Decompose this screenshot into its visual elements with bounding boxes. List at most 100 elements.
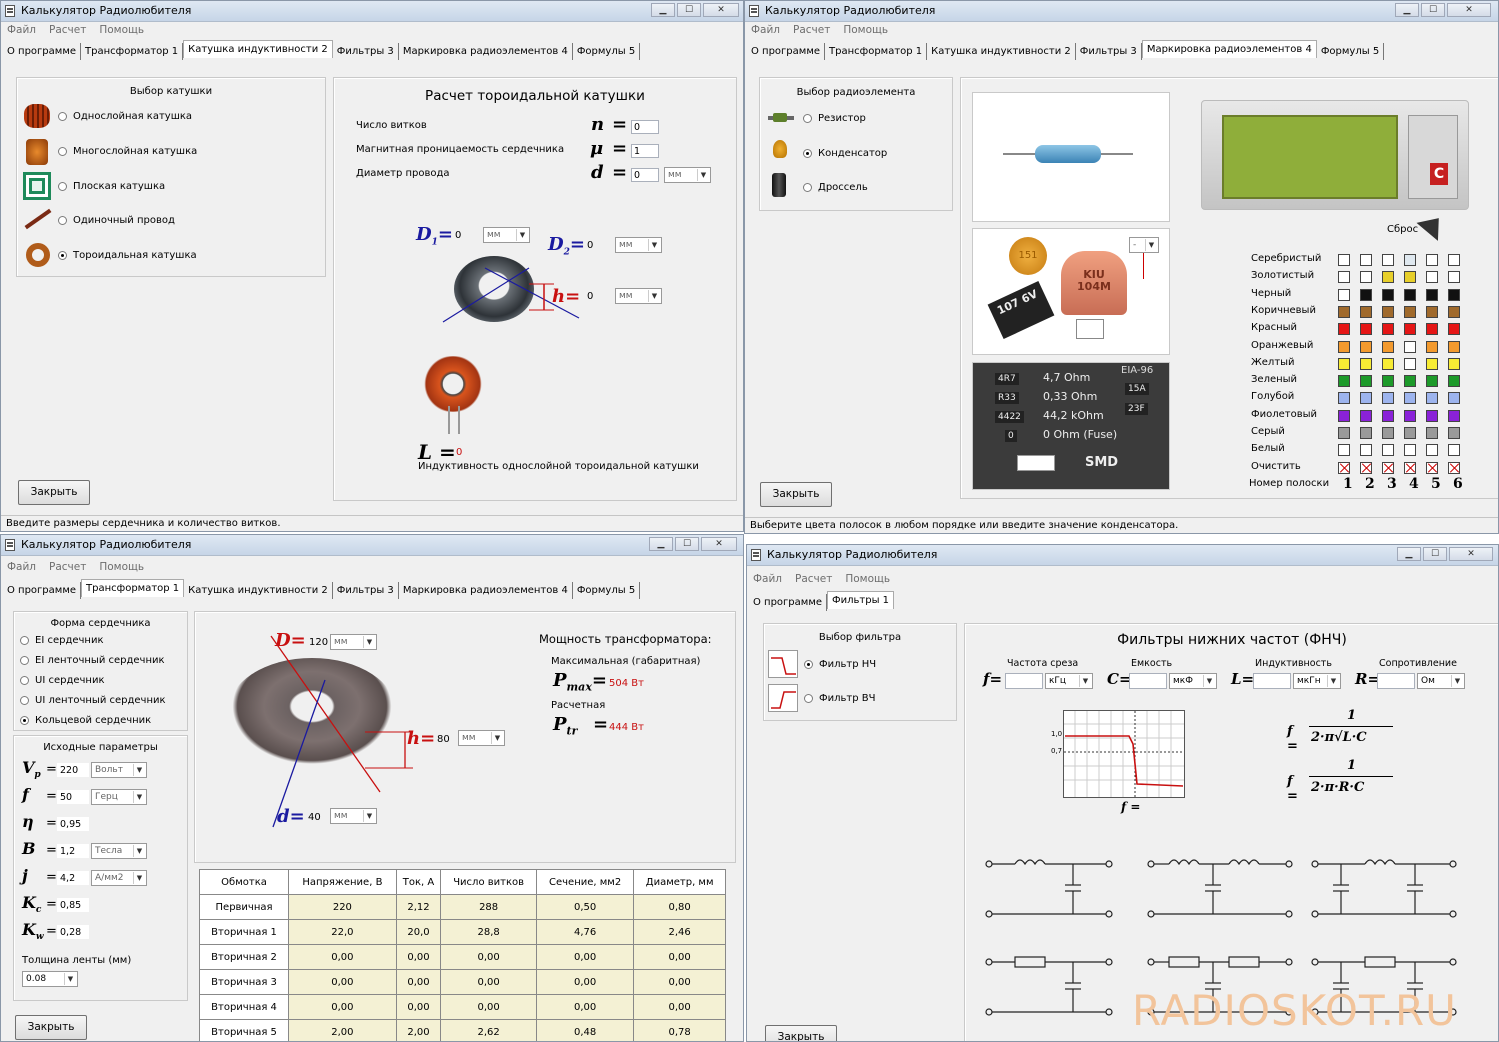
band-color-swatch[interactable] xyxy=(1360,288,1372,301)
permeability-input[interactable]: 1 xyxy=(631,144,659,158)
band-color-swatch[interactable] xyxy=(1382,254,1394,266)
band-color-swatch[interactable] xyxy=(1382,427,1394,439)
band-color-swatch[interactable] xyxy=(1404,288,1416,301)
menu-help[interactable]: Помощь xyxy=(99,24,144,36)
minimize-icon[interactable]: ▁ xyxy=(651,3,675,17)
tape-thickness-select[interactable]: 0.08 xyxy=(22,971,78,987)
radio-ei-core[interactable] xyxy=(20,636,29,645)
tab-filters[interactable]: Фильтры 3 xyxy=(333,582,399,599)
band-color-swatch[interactable] xyxy=(1448,444,1460,457)
radio-toroid[interactable] xyxy=(58,251,67,260)
band-color-swatch[interactable] xyxy=(1360,254,1372,266)
band-color-swatch[interactable] xyxy=(1360,375,1372,388)
reset-arrow-icon[interactable] xyxy=(1416,209,1450,241)
menu-help[interactable]: Помощь xyxy=(845,573,890,585)
band-color-swatch[interactable] xyxy=(1360,305,1372,318)
band-color-swatch[interactable] xyxy=(1404,254,1416,266)
maximize-icon[interactable]: ☐ xyxy=(1421,3,1445,17)
height-unit[interactable]: мм xyxy=(458,730,505,746)
close-button[interactable]: Закрыть xyxy=(760,482,832,507)
table-cell[interactable]: 0,00 xyxy=(535,969,635,995)
tab-transformer[interactable]: Трансформатор 1 xyxy=(81,579,185,597)
band-color-swatch[interactable] xyxy=(1426,427,1438,439)
radio-lowpass[interactable] xyxy=(804,660,813,669)
field-unit-2[interactable]: мкГн xyxy=(1293,673,1341,689)
table-cell[interactable]: 0,00 xyxy=(633,944,726,970)
clear-band-swatch[interactable] xyxy=(1448,461,1460,474)
tab-marking[interactable]: Маркировка радиоэлементов 4 xyxy=(399,582,573,599)
band-color-swatch[interactable] xyxy=(1426,288,1438,301)
band-color-swatch[interactable] xyxy=(1426,409,1438,422)
field-input-3[interactable] xyxy=(1377,673,1415,689)
field-unit-1[interactable]: мкФ xyxy=(1169,673,1217,689)
tab-filters[interactable]: Фильтры 3 xyxy=(333,43,399,60)
clear-band-swatch[interactable] xyxy=(1404,461,1416,474)
title-bar[interactable]: Калькулятор Радиолюбителя ▁ ☐ ✕ xyxy=(1,535,743,556)
band-color-swatch[interactable] xyxy=(1338,375,1350,388)
band-color-swatch[interactable] xyxy=(1426,375,1438,388)
radio-choke[interactable] xyxy=(803,183,812,192)
close-icon[interactable]: ✕ xyxy=(701,537,737,551)
band-color-swatch[interactable] xyxy=(1404,271,1416,284)
close-button[interactable]: Закрыть xyxy=(15,1015,87,1040)
param-value-0[interactable]: 220 xyxy=(57,763,89,777)
band-color-swatch[interactable] xyxy=(1404,409,1416,422)
band-color-swatch[interactable] xyxy=(1338,254,1350,266)
table-cell[interactable]: 0,00 xyxy=(288,969,397,995)
menu-help[interactable]: Помощь xyxy=(99,561,144,573)
minimize-icon[interactable]: ▁ xyxy=(1397,547,1421,561)
band-color-swatch[interactable] xyxy=(1426,271,1438,284)
tab-transformer[interactable]: Трансформатор 1 xyxy=(825,43,928,60)
table-cell[interactable]: 0,00 xyxy=(440,994,537,1020)
table-cell[interactable]: 0,00 xyxy=(535,994,635,1020)
menu-file[interactable]: Файл xyxy=(753,573,782,585)
band-color-swatch[interactable] xyxy=(1426,357,1438,370)
band-color-swatch[interactable] xyxy=(1382,288,1394,301)
table-cell[interactable]: 2,12 xyxy=(395,894,442,920)
band-color-swatch[interactable] xyxy=(1382,323,1394,336)
table-cell[interactable]: 0,00 xyxy=(395,969,442,995)
h-unit[interactable]: мм xyxy=(615,288,662,304)
table-cell[interactable]: 0,00 xyxy=(440,944,537,970)
table-cell[interactable]: 2,00 xyxy=(288,1019,397,1041)
param-value-2[interactable]: 0,95 xyxy=(57,817,89,831)
band-color-swatch[interactable] xyxy=(1360,357,1372,370)
menu-calc[interactable]: Расчет xyxy=(793,24,830,36)
inner-d-unit[interactable]: мм xyxy=(330,808,377,824)
table-cell[interactable]: 22,0 xyxy=(288,919,397,945)
band-color-swatch[interactable] xyxy=(1404,305,1416,318)
band-color-swatch[interactable] xyxy=(1360,340,1372,353)
param-unit-0[interactable]: Вольт xyxy=(91,762,147,778)
band-color-swatch[interactable] xyxy=(1404,427,1416,439)
tab-filters[interactable]: Фильтры 1 xyxy=(827,591,895,609)
band-color-swatch[interactable] xyxy=(1382,340,1394,353)
table-cell[interactable]: 0,50 xyxy=(535,894,635,920)
radio-ring-core[interactable] xyxy=(20,716,29,725)
radio-ei-tape-core[interactable] xyxy=(20,656,29,665)
band-color-swatch[interactable] xyxy=(1426,392,1438,405)
band-color-swatch[interactable] xyxy=(1382,444,1394,457)
close-icon[interactable]: ✕ xyxy=(703,3,739,17)
tab-filters[interactable]: Фильтры 3 xyxy=(1076,43,1142,60)
tab-about[interactable]: О программе xyxy=(747,43,826,60)
table-cell[interactable]: 0,80 xyxy=(633,894,726,920)
band-color-swatch[interactable] xyxy=(1360,444,1372,457)
band-color-swatch[interactable] xyxy=(1382,409,1394,422)
menu-file[interactable]: Файл xyxy=(751,24,780,36)
menu-calc[interactable]: Расчет xyxy=(795,573,832,585)
clear-band-swatch[interactable] xyxy=(1382,461,1394,474)
table-cell[interactable]: 0,00 xyxy=(288,944,397,970)
table-cell[interactable]: 28,8 xyxy=(440,919,537,945)
table-cell[interactable]: 2,46 xyxy=(633,919,726,945)
table-cell[interactable]: 0,00 xyxy=(633,969,726,995)
menu-file[interactable]: Файл xyxy=(7,24,36,36)
wire-diameter-input[interactable]: 0 xyxy=(631,168,659,182)
tab-inductor[interactable]: Катушка индуктивности 2 xyxy=(183,40,333,58)
table-cell[interactable]: 0,78 xyxy=(633,1019,726,1041)
close-button[interactable]: Закрыть xyxy=(18,480,90,505)
table-cell[interactable]: 2,62 xyxy=(440,1019,537,1041)
band-color-swatch[interactable] xyxy=(1404,444,1416,457)
field-input-0[interactable] xyxy=(1005,673,1043,689)
tab-inductor[interactable]: Катушка индуктивности 2 xyxy=(927,43,1076,60)
band-color-swatch[interactable] xyxy=(1426,444,1438,457)
